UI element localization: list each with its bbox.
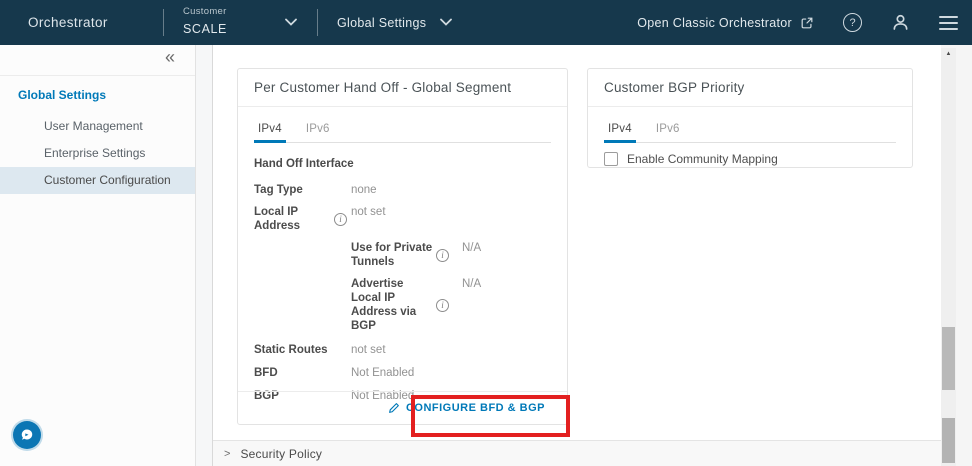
security-policy-label: Security Policy [240,447,322,461]
customer-label: Customer [183,7,227,17]
external-link-icon [800,16,814,30]
bgp-tab-bar: IPv4 IPv6 [604,119,896,143]
sidebar-gutter [196,45,213,466]
sidebar: « Global Settings User Management Enterp… [0,45,196,466]
enable-community-mapping-checkbox[interactable] [604,152,618,166]
field-value: N/A [462,277,551,291]
field-value: not set [351,205,551,219]
chevron-down-icon[interactable] [440,17,452,27]
configure-bfd-bgp-button[interactable]: CONFIGURE BFD & BGP [388,402,545,414]
field-subrow-use-for-private-tunnels: Use for Private Tunnels i N/A [351,241,551,269]
tab-ipv4[interactable]: IPv4 [254,119,286,142]
chat-bubble-icon [19,427,35,443]
customer-bgp-priority-card: Customer BGP Priority IPv4 IPv6 Enable C… [587,68,913,168]
info-icon[interactable]: i [436,249,449,262]
card-title: Customer BGP Priority [588,69,912,107]
field-subrow-advertise-local-ip: Advertise Local IP Address via BGP i N/A [351,277,551,333]
field-row-static-routes: Static Routes not set [254,343,551,357]
checkbox-label: Enable Community Mapping [627,152,778,166]
info-glyph: i [441,248,444,262]
card-footer: CONFIGURE BFD & BGP [238,391,567,424]
tab-ipv4[interactable]: IPv4 [604,119,636,142]
help-glyph: ? [849,17,855,29]
topbar-divider [163,9,164,36]
configure-bfd-bgp-label: CONFIGURE BFD & BGP [406,402,545,414]
field-label: Advertise Local IP Address via BGP [351,277,436,333]
sidebar-section-global-settings[interactable]: Global Settings [0,86,195,104]
field-value: not set [351,343,551,357]
scroll-up-arrow-icon[interactable]: ▲ [941,51,956,57]
collapse-sidebar-icon[interactable]: « [165,47,175,68]
sidebar-item-enterprise-settings[interactable]: Enterprise Settings [0,140,195,167]
scrollbar-thumb[interactable] [942,418,955,463]
open-classic-label: Open Classic Orchestrator [637,16,792,30]
info-glyph: i [339,212,342,226]
open-classic-orchestrator-link[interactable]: Open Classic Orchestrator [637,16,814,30]
chevron-down-icon[interactable] [285,17,297,27]
info-icon[interactable]: i [334,213,347,226]
customer-value: SCALE [183,23,227,36]
pencil-icon [388,402,400,414]
tab-ipv6[interactable]: IPv6 [302,119,334,142]
field-row-tag-type: Tag Type none [254,183,551,197]
sidebar-item-user-management[interactable]: User Management [0,113,195,140]
handoff-tab-bar: IPv4 IPv6 [254,119,551,143]
scrollbar-thumb[interactable] [942,327,955,390]
field-value: Not Enabled [351,366,551,380]
expand-chevron-icon: > [224,448,230,460]
user-icon [891,13,910,32]
tab-ipv6[interactable]: IPv6 [652,119,684,142]
hand-off-interface-heading: Hand Off Interface [254,158,551,170]
field-label: BFD [254,366,334,380]
hamburger-menu-icon[interactable] [939,16,958,30]
info-glyph: i [441,298,444,312]
scrollbar-zone: ▲ [941,45,972,466]
per-customer-hand-off-card: Per Customer Hand Off - Global Segment I… [237,68,568,425]
scrollbar-track[interactable] [941,48,956,466]
field-row-local-ip-address: Local IP Address i not set [254,205,551,233]
sidebar-collapse-bar: « [0,45,195,76]
field-label: Tag Type [254,183,334,197]
security-policy-accordion[interactable]: > Security Policy [213,440,941,466]
card-title: Per Customer Hand Off - Global Segment [238,69,567,107]
topbar-divider [317,9,318,36]
sidebar-item-customer-configuration[interactable]: Customer Configuration [0,167,195,194]
field-value: N/A [462,241,551,255]
enable-community-mapping-row: Enable Community Mapping [604,152,896,166]
top-bar: Orchestrator Customer SCALE Global Setti… [0,0,972,45]
info-icon[interactable]: i [436,299,449,312]
support-chat-button[interactable] [13,421,41,449]
customer-switcher[interactable]: Customer SCALE [183,7,227,35]
user-menu[interactable] [891,13,910,32]
field-label: Use for Private Tunnels [351,241,436,269]
field-row-bfd: BFD Not Enabled [254,366,551,380]
help-icon[interactable]: ? [843,13,862,32]
app-title: Orchestrator [28,0,108,45]
global-settings-menu[interactable]: Global Settings [337,0,426,45]
field-value: none [351,183,551,197]
field-label: Static Routes [254,343,334,357]
field-label: Local IP Address [254,205,334,233]
